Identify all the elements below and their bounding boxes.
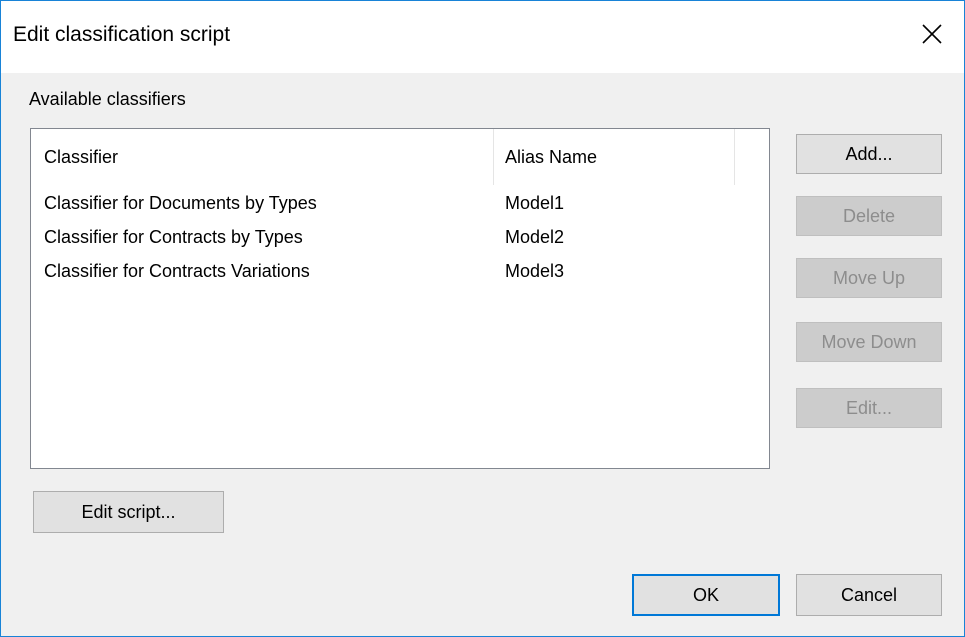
dialog-title: Edit classification script bbox=[13, 23, 231, 46]
edit-script-button[interactable]: Edit script... bbox=[33, 491, 224, 533]
classifier-name: Classifier for Contracts by Types bbox=[44, 227, 303, 247]
alias-name: Model2 bbox=[505, 227, 565, 247]
move-up-button[interactable]: Move Up bbox=[796, 258, 942, 298]
classifier-name: Classifier for Documents by Types bbox=[44, 193, 317, 213]
column-header-alias-name[interactable]: Alias Name bbox=[494, 129, 735, 185]
dialog-window: Edit classification script Available cla… bbox=[0, 0, 965, 637]
list-item[interactable]: Classifier for Contracts Variations Mode… bbox=[31, 253, 769, 287]
column-header-classifier-label: Classifier bbox=[44, 147, 119, 167]
list-item[interactable]: Classifier for Contracts by Types Model2 bbox=[31, 219, 769, 253]
classifier-name: Classifier for Contracts Variations bbox=[44, 261, 310, 281]
available-classifiers-label: Available classifiers bbox=[29, 89, 186, 109]
alias-name: Model3 bbox=[505, 261, 565, 281]
edit-button[interactable]: Edit... bbox=[796, 388, 942, 428]
column-header-alias-name-label: Alias Name bbox=[505, 147, 598, 167]
delete-button[interactable]: Delete bbox=[796, 196, 942, 236]
ok-button[interactable]: OK bbox=[632, 574, 780, 616]
close-button[interactable] bbox=[909, 11, 955, 57]
column-header-classifier[interactable]: Classifier bbox=[31, 129, 494, 185]
close-icon bbox=[922, 24, 942, 44]
cancel-button[interactable]: Cancel bbox=[796, 574, 942, 616]
classifiers-list[interactable]: Classifier Alias Name Classifier for Doc… bbox=[30, 128, 770, 469]
move-down-button[interactable]: Move Down bbox=[796, 322, 942, 362]
add-button[interactable]: Add... bbox=[796, 134, 942, 174]
title-bar: Edit classification script bbox=[1, 1, 964, 73]
list-item[interactable]: Classifier for Documents by Types Model1 bbox=[31, 185, 769, 219]
alias-name: Model1 bbox=[505, 193, 565, 213]
